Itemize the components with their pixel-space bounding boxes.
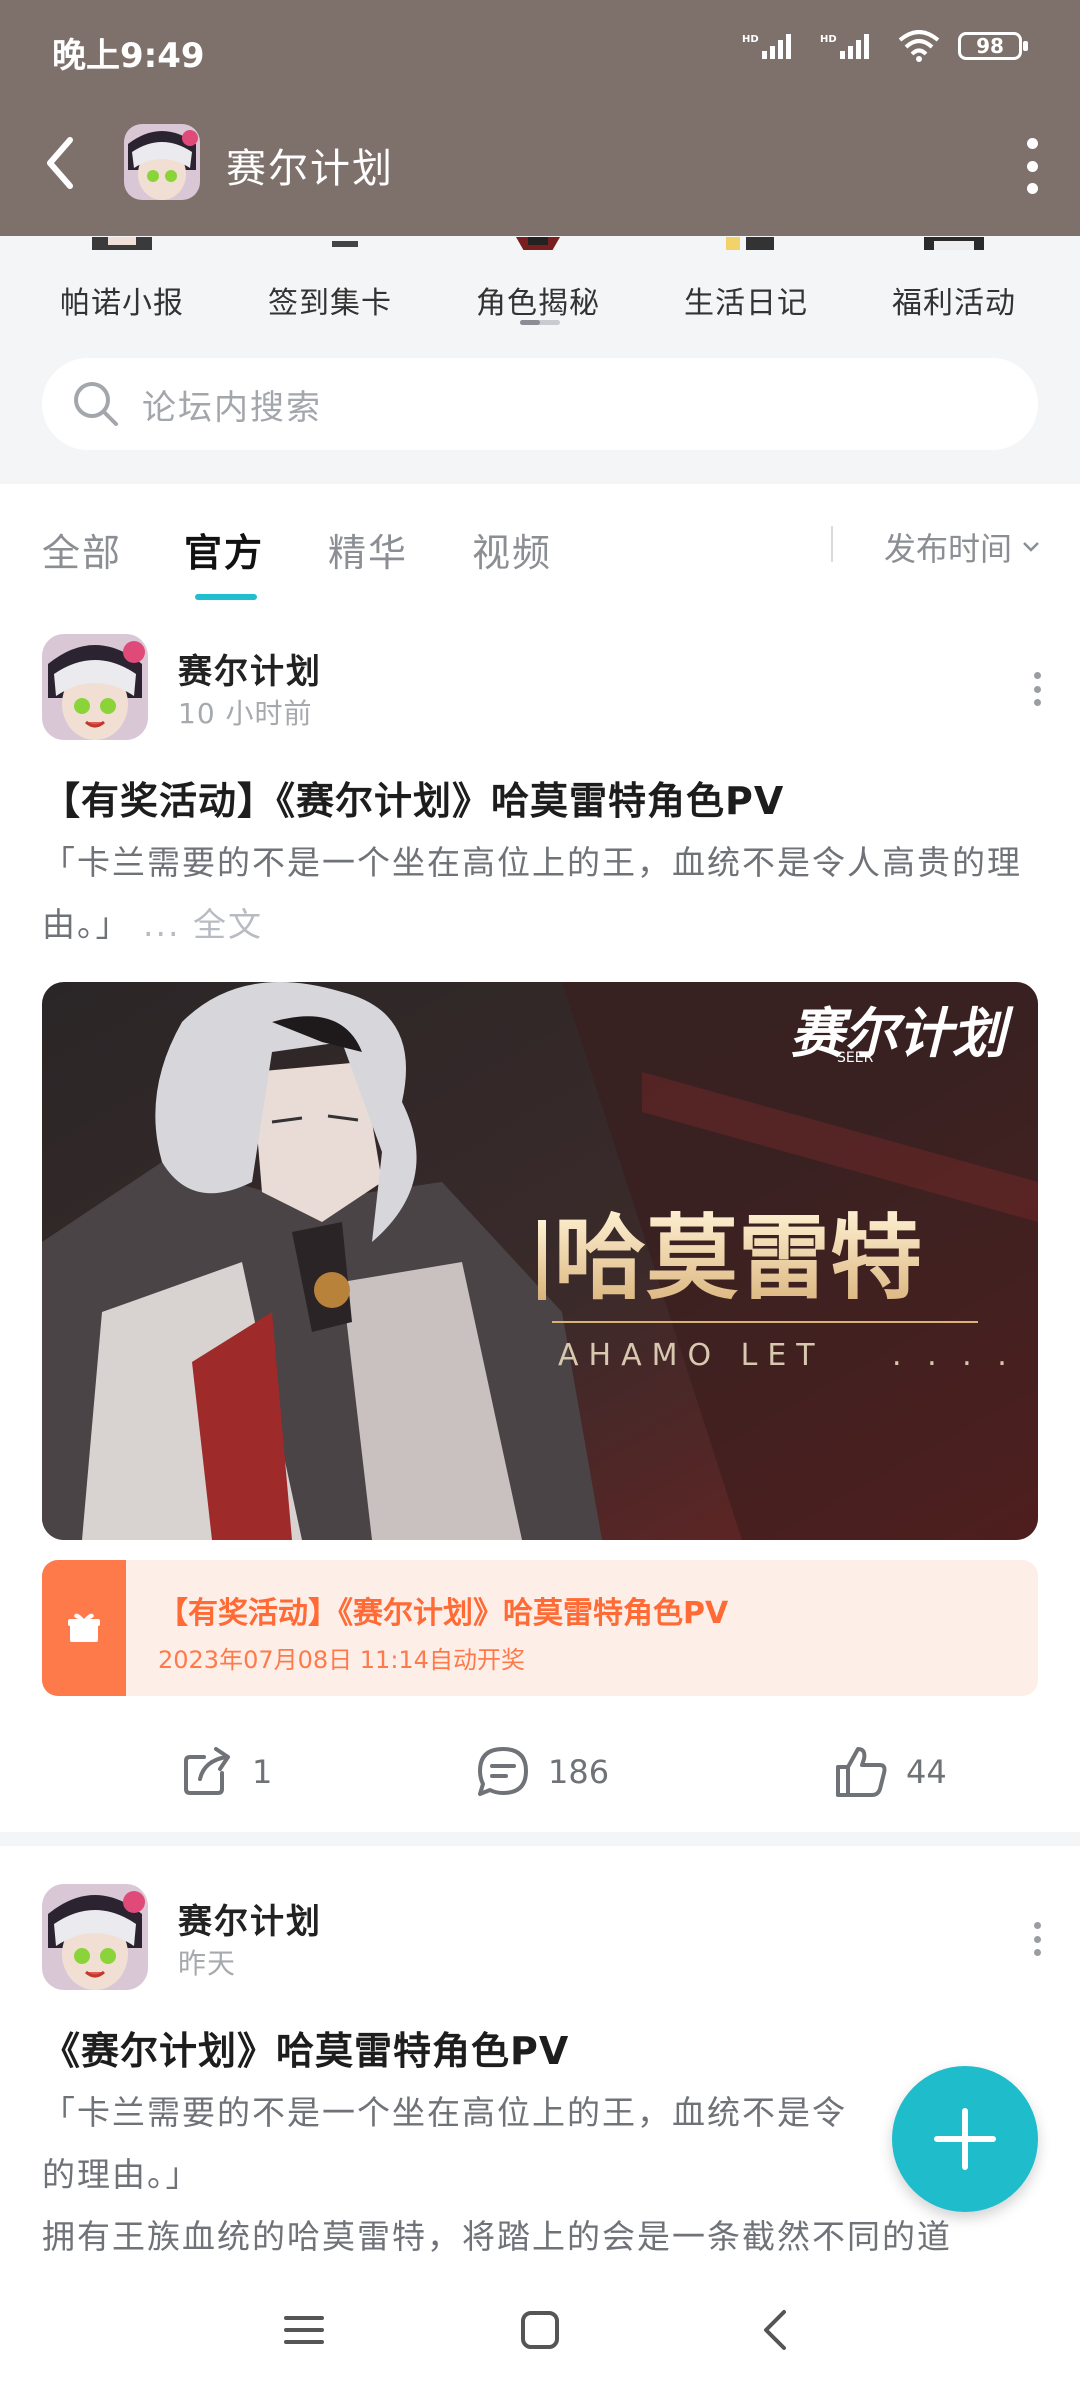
top-app-bar: 晚上9:49 HD HD 98 赛尔计划 <box>0 0 1080 236</box>
category-thumbnail <box>488 236 588 250</box>
tab-official[interactable]: 官方 <box>184 522 264 577</box>
sort-dropdown[interactable]: 发布时间 <box>884 524 1040 570</box>
banner-logo: 赛尔计划 <box>790 1002 1014 1065</box>
chevron-down-icon <box>1023 542 1039 552</box>
tab-featured[interactable]: 精华 <box>328 522 408 577</box>
comment-icon <box>478 1747 528 1796</box>
post-time: 10 小时前 <box>178 697 313 730</box>
category-label: 生活日记 <box>684 286 808 321</box>
comment-button[interactable]: 186 <box>474 1730 609 1814</box>
search-input[interactable]: 论坛内搜索 <box>42 358 1038 450</box>
post-actions: 1 186 44 <box>0 1730 1080 1814</box>
svg-text:. . . .: . . . . <box>892 1338 1015 1373</box>
author-name[interactable]: 赛尔计划 <box>178 1894 322 1943</box>
banner-character-name: 哈莫雷特 <box>554 1204 922 1312</box>
category-label: 签到集卡 <box>268 286 392 321</box>
full-text-link[interactable]: ... 全文 <box>143 905 263 944</box>
post-title[interactable]: 【有奖活动】《赛尔计划》哈莫雷特角色PV <box>42 770 784 825</box>
category-thumbnail <box>72 236 172 250</box>
share-icon <box>184 1747 230 1795</box>
post-card[interactable]: 赛尔计划 昨天 《赛尔计划》哈莫雷特角色PV 「卡兰需要的不是一个坐在高位上的王… <box>0 1846 1080 2262</box>
prize-activity-card[interactable]: 【有奖活动】《赛尔计划》哈莫雷特角色PV 2023年07月08日 11:14自动… <box>42 1560 1038 1696</box>
category-item[interactable]: 签到集卡 <box>240 236 420 322</box>
sort-label: 发布时间 <box>883 530 1012 568</box>
post-excerpt[interactable]: 「卡兰需要的不是一个坐在高位上的王，血统不是令人高贵的理由。」 ... 全文 <box>42 832 1032 956</box>
menu-icon[interactable] <box>274 2300 334 2360</box>
signal-icon: HD <box>742 34 791 59</box>
more-options-icon[interactable] <box>1014 138 1050 194</box>
back-icon[interactable] <box>746 2300 806 2360</box>
prize-title: 【有奖活动】《赛尔计划》哈莫雷特角色PV <box>158 1596 729 1631</box>
system-navigation-bar <box>0 2262 1080 2400</box>
wifi-icon <box>898 30 940 62</box>
category-scroll-indicator <box>520 320 560 325</box>
category-thumbnail <box>904 236 1004 250</box>
tab-video[interactable]: 视频 <box>472 522 552 577</box>
battery-indicator: 98 <box>958 32 1028 60</box>
svg-text:HD: HD <box>820 34 837 45</box>
share-button[interactable]: 1 <box>178 1730 272 1814</box>
excerpt-line: 「卡兰需要的不是一个坐在高位上的王，血统不是令 <box>42 2093 847 2132</box>
category-thumbnail <box>696 236 796 250</box>
category-item[interactable]: 生活日记 <box>656 236 836 322</box>
post-separator <box>0 1832 1080 1846</box>
forum-avatar[interactable] <box>124 124 200 200</box>
category-thumbnail <box>280 236 380 250</box>
search-icon <box>74 382 118 426</box>
banner-character-en: AHAMO LET <box>558 1338 825 1373</box>
category-item[interactable]: 帕诺小报 <box>32 236 212 322</box>
signal-icon-2: HD <box>820 34 869 59</box>
back-arrow-icon[interactable] <box>36 130 86 196</box>
divider <box>831 526 833 562</box>
prize-draw-time: 2023年07月08日 11:14自动开奖 <box>158 1646 525 1674</box>
category-item[interactable]: 角色揭秘 <box>448 236 628 322</box>
author-avatar[interactable] <box>42 634 148 740</box>
post-excerpt[interactable]: 「卡兰需要的不是一个坐在高位上的王，血统不是令 的理由。」 拥有王族血统的哈莫雷… <box>42 2082 1032 2268</box>
status-time: 晚上9:49 <box>52 36 205 76</box>
author-name[interactable]: 赛尔计划 <box>178 644 322 693</box>
prize-stripe <box>42 1560 126 1696</box>
thumbs-up-icon <box>836 1747 887 1797</box>
excerpt-line: 拥有王族血统的哈莫雷特，将踏上的会是一条截然不同的道 <box>42 2217 952 2256</box>
new-post-button[interactable] <box>892 2066 1038 2212</box>
post-title[interactable]: 《赛尔计划》哈莫雷特角色PV <box>42 2020 569 2075</box>
home-icon[interactable] <box>510 2300 570 2360</box>
like-count: 44 <box>906 1753 947 1791</box>
category-label: 角色揭秘 <box>476 286 600 321</box>
gift-icon <box>68 1613 100 1642</box>
post-more-icon[interactable] <box>1032 1922 1042 1956</box>
category-label: 帕诺小报 <box>60 286 184 321</box>
post-time: 昨天 <box>178 1947 237 1980</box>
banner-logo-sub: SEER <box>837 1050 874 1066</box>
author-avatar[interactable] <box>42 1884 148 1990</box>
category-strip: 帕诺小报 签到集卡 角色揭秘 生活日记 福利活动 论坛内搜索 <box>0 236 1080 484</box>
forum-title: 赛尔计划 <box>226 146 394 192</box>
status-icons: HD HD 98 <box>742 30 1028 62</box>
active-tab-indicator <box>195 594 257 600</box>
search-placeholder: 论坛内搜索 <box>142 387 322 428</box>
post-banner-image[interactable]: 赛尔计划 SEER 哈莫雷特 AHAMO LET . . . . <box>42 982 1038 1540</box>
tab-all[interactable]: 全部 <box>42 522 122 577</box>
plus-icon <box>934 2108 996 2170</box>
post-more-icon[interactable] <box>1032 672 1042 706</box>
share-count: 1 <box>252 1753 273 1791</box>
excerpt-line: 的理由。」 <box>42 2155 201 2194</box>
svg-text:HD: HD <box>742 34 759 45</box>
comment-count: 186 <box>548 1753 610 1791</box>
category-item[interactable]: 福利活动 <box>864 236 1044 322</box>
category-label: 福利活动 <box>892 286 1016 321</box>
filter-tabs: 全部 官方 精华 视频 发布时间 <box>0 484 1080 614</box>
like-button[interactable]: 44 <box>832 1730 947 1814</box>
